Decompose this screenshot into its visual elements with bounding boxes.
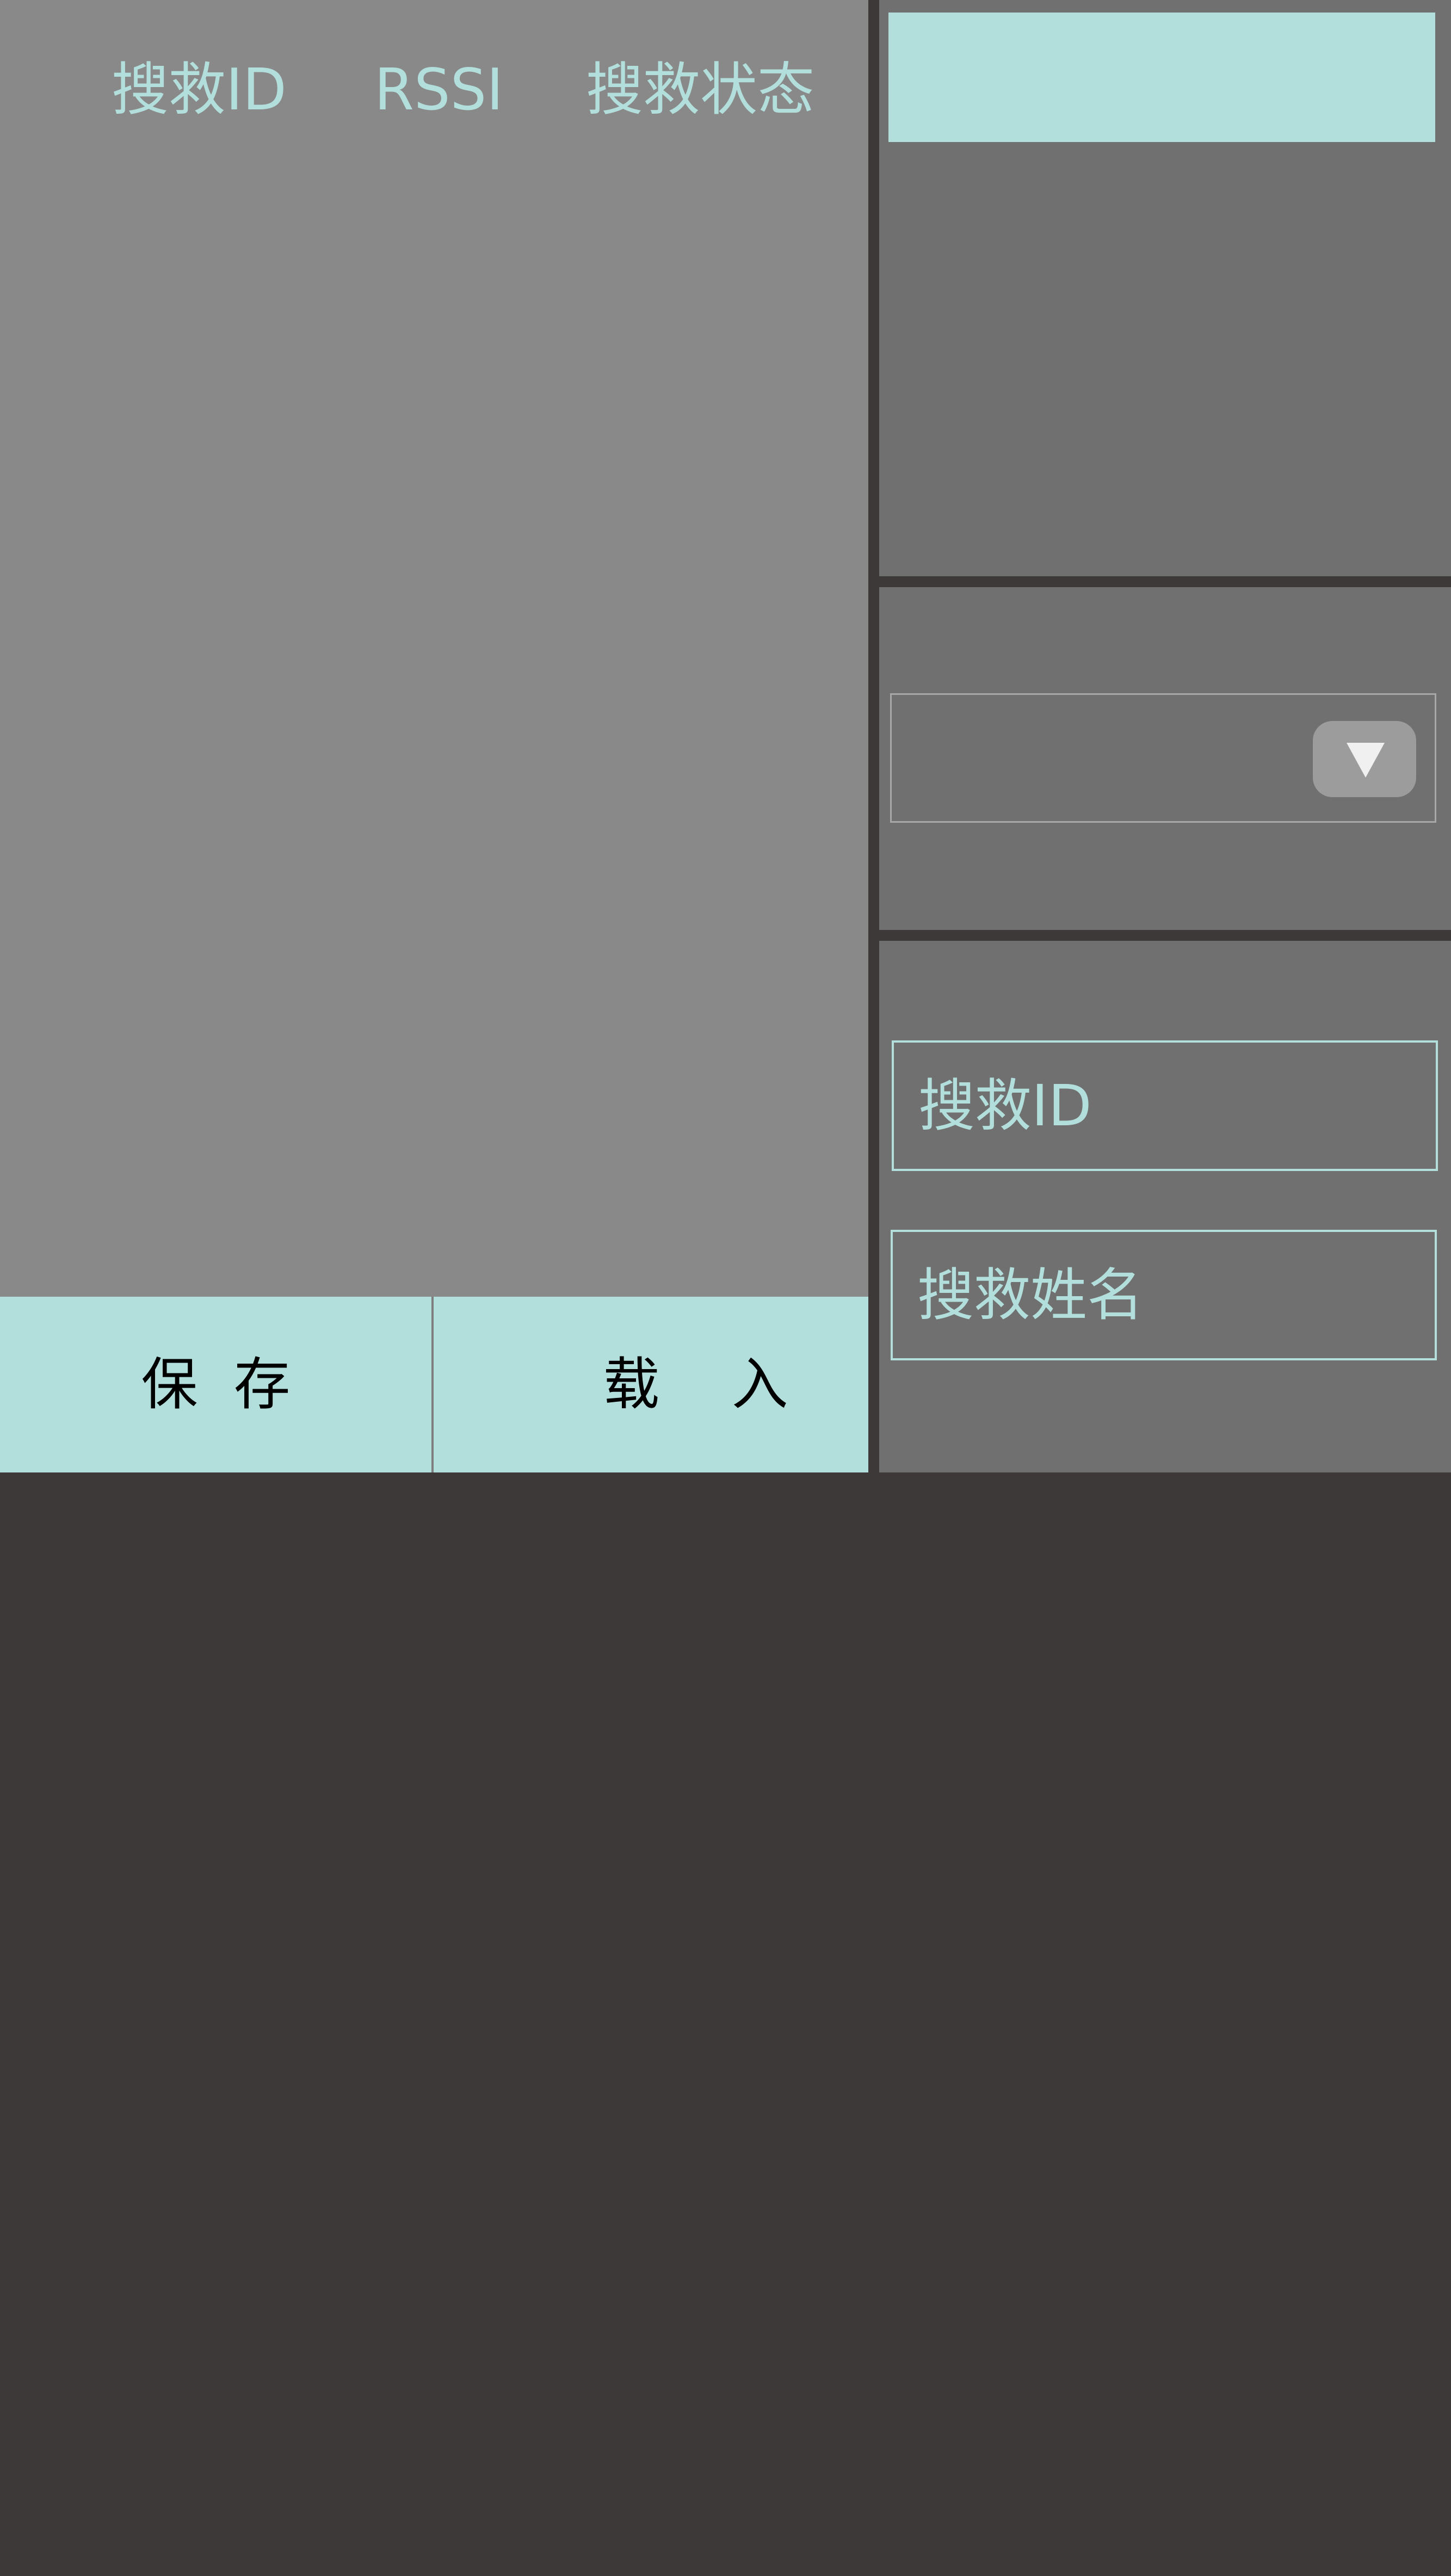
- save-button[interactable]: 保 存: [0, 1297, 434, 1472]
- rescue-id-input[interactable]: [892, 1040, 1438, 1171]
- accent-action-bar[interactable]: [888, 13, 1435, 142]
- rescue-name-input[interactable]: [891, 1230, 1437, 1360]
- column-header-rescue-status[interactable]: 搜救状态: [586, 52, 814, 128]
- rescue-list-body[interactable]: [0, 180, 868, 1297]
- control-section-form: [879, 941, 1451, 1472]
- dropdown-button[interactable]: [1313, 721, 1416, 797]
- control-section-selector: [879, 587, 1451, 930]
- app-window: 搜救ID RSSI 搜救状态 保 存 载 入: [0, 0, 1451, 1472]
- column-header-rssi[interactable]: RSSI: [374, 52, 503, 128]
- load-button[interactable]: 载 入: [436, 1297, 868, 1472]
- bottom-action-bar: 保 存 载 入: [0, 1297, 868, 1472]
- device-select[interactable]: [890, 693, 1436, 823]
- control-panel: [879, 0, 1451, 1472]
- rescue-list-panel: 搜救ID RSSI 搜救状态 保 存 载 入: [0, 0, 868, 1472]
- triangle-down-icon: [1347, 743, 1385, 778]
- list-header: 搜救ID RSSI 搜救状态: [0, 0, 868, 180]
- control-section-top: [879, 0, 1451, 576]
- column-header-rescue-id[interactable]: 搜救ID: [112, 52, 287, 128]
